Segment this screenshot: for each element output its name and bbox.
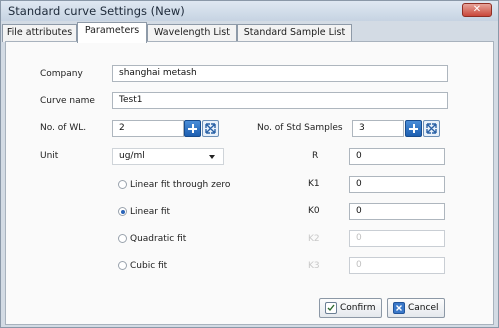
param-k0-label: K0 bbox=[308, 206, 320, 216]
param-k2-field: 0 bbox=[349, 230, 445, 247]
confirm-label: Confirm bbox=[340, 303, 376, 313]
param-r-field[interactable]: 0 bbox=[349, 148, 445, 165]
unit-value: ug/ml bbox=[119, 151, 145, 161]
fit-label-linear: Linear fit bbox=[130, 207, 171, 217]
fit-label-cubic: Cubic fit bbox=[130, 261, 168, 271]
no-std-samples-label: No. of Std Samples bbox=[257, 123, 343, 133]
tab-wavelength-list[interactable]: Wavelength List bbox=[147, 24, 237, 42]
chevron-down-icon bbox=[209, 155, 215, 159]
fit-label-linear-zero: Linear fit through zero bbox=[130, 180, 231, 190]
fit-radio-cubic[interactable] bbox=[118, 261, 127, 270]
unit-dropdown[interactable]: ug/ml bbox=[112, 148, 224, 165]
expand-wavelength-button[interactable] bbox=[202, 120, 219, 137]
tab-parameters[interactable]: Parameters bbox=[77, 22, 147, 43]
param-r-label: R bbox=[312, 151, 319, 161]
checkmark-icon bbox=[325, 302, 337, 314]
no-wl-label: No. of WL. bbox=[40, 123, 87, 133]
title-bar: Standard curve Settings (New) ✕ bbox=[1, 1, 498, 21]
expand-icon bbox=[426, 123, 437, 134]
expand-std-sample-button[interactable] bbox=[423, 120, 440, 137]
fit-radio-linear-zero[interactable] bbox=[118, 180, 127, 189]
curve-name-field[interactable]: Test1 bbox=[112, 92, 448, 109]
tab-file-attributes[interactable]: File attributes bbox=[2, 24, 77, 42]
cancel-button[interactable]: Cancel bbox=[387, 298, 445, 318]
curve-name-label: Curve name bbox=[40, 96, 95, 106]
dialog-title: Standard curve Settings (New) bbox=[8, 4, 185, 18]
param-k2-label: K2 bbox=[308, 234, 320, 244]
tab-bar: File attributes Parameters Wavelength Li… bbox=[1, 22, 498, 43]
company-field[interactable]: shanghai metash bbox=[112, 65, 448, 82]
tab-standard-sample-list[interactable]: Standard Sample List bbox=[237, 24, 352, 42]
fit-label-quadratic: Quadratic fit bbox=[130, 234, 187, 244]
confirm-button[interactable]: Confirm bbox=[319, 298, 382, 318]
fit-radio-quadratic[interactable] bbox=[118, 234, 127, 243]
param-k3-field: 0 bbox=[349, 257, 445, 274]
no-std-samples-field[interactable]: 3 bbox=[352, 120, 404, 137]
cancel-label: Cancel bbox=[408, 303, 439, 313]
unit-label: Unit bbox=[40, 151, 59, 161]
close-button[interactable]: ✕ bbox=[462, 3, 492, 17]
param-k3-label: K3 bbox=[308, 261, 320, 271]
no-wl-field[interactable]: 2 bbox=[112, 120, 184, 137]
param-k1-field[interactable]: 0 bbox=[349, 176, 445, 193]
cancel-icon bbox=[393, 302, 405, 314]
fit-radio-linear[interactable] bbox=[118, 207, 127, 216]
expand-icon bbox=[205, 123, 216, 134]
settings-dialog: Standard curve Settings (New) ✕ File att… bbox=[0, 0, 499, 328]
param-k0-field[interactable]: 0 bbox=[349, 203, 445, 220]
company-label: Company bbox=[40, 69, 83, 79]
parameters-panel: Company shanghai metash Curve name Test1… bbox=[5, 41, 494, 325]
param-k1-label: K1 bbox=[308, 179, 320, 189]
add-wavelength-button[interactable] bbox=[184, 120, 201, 137]
add-std-sample-button[interactable] bbox=[405, 120, 422, 137]
